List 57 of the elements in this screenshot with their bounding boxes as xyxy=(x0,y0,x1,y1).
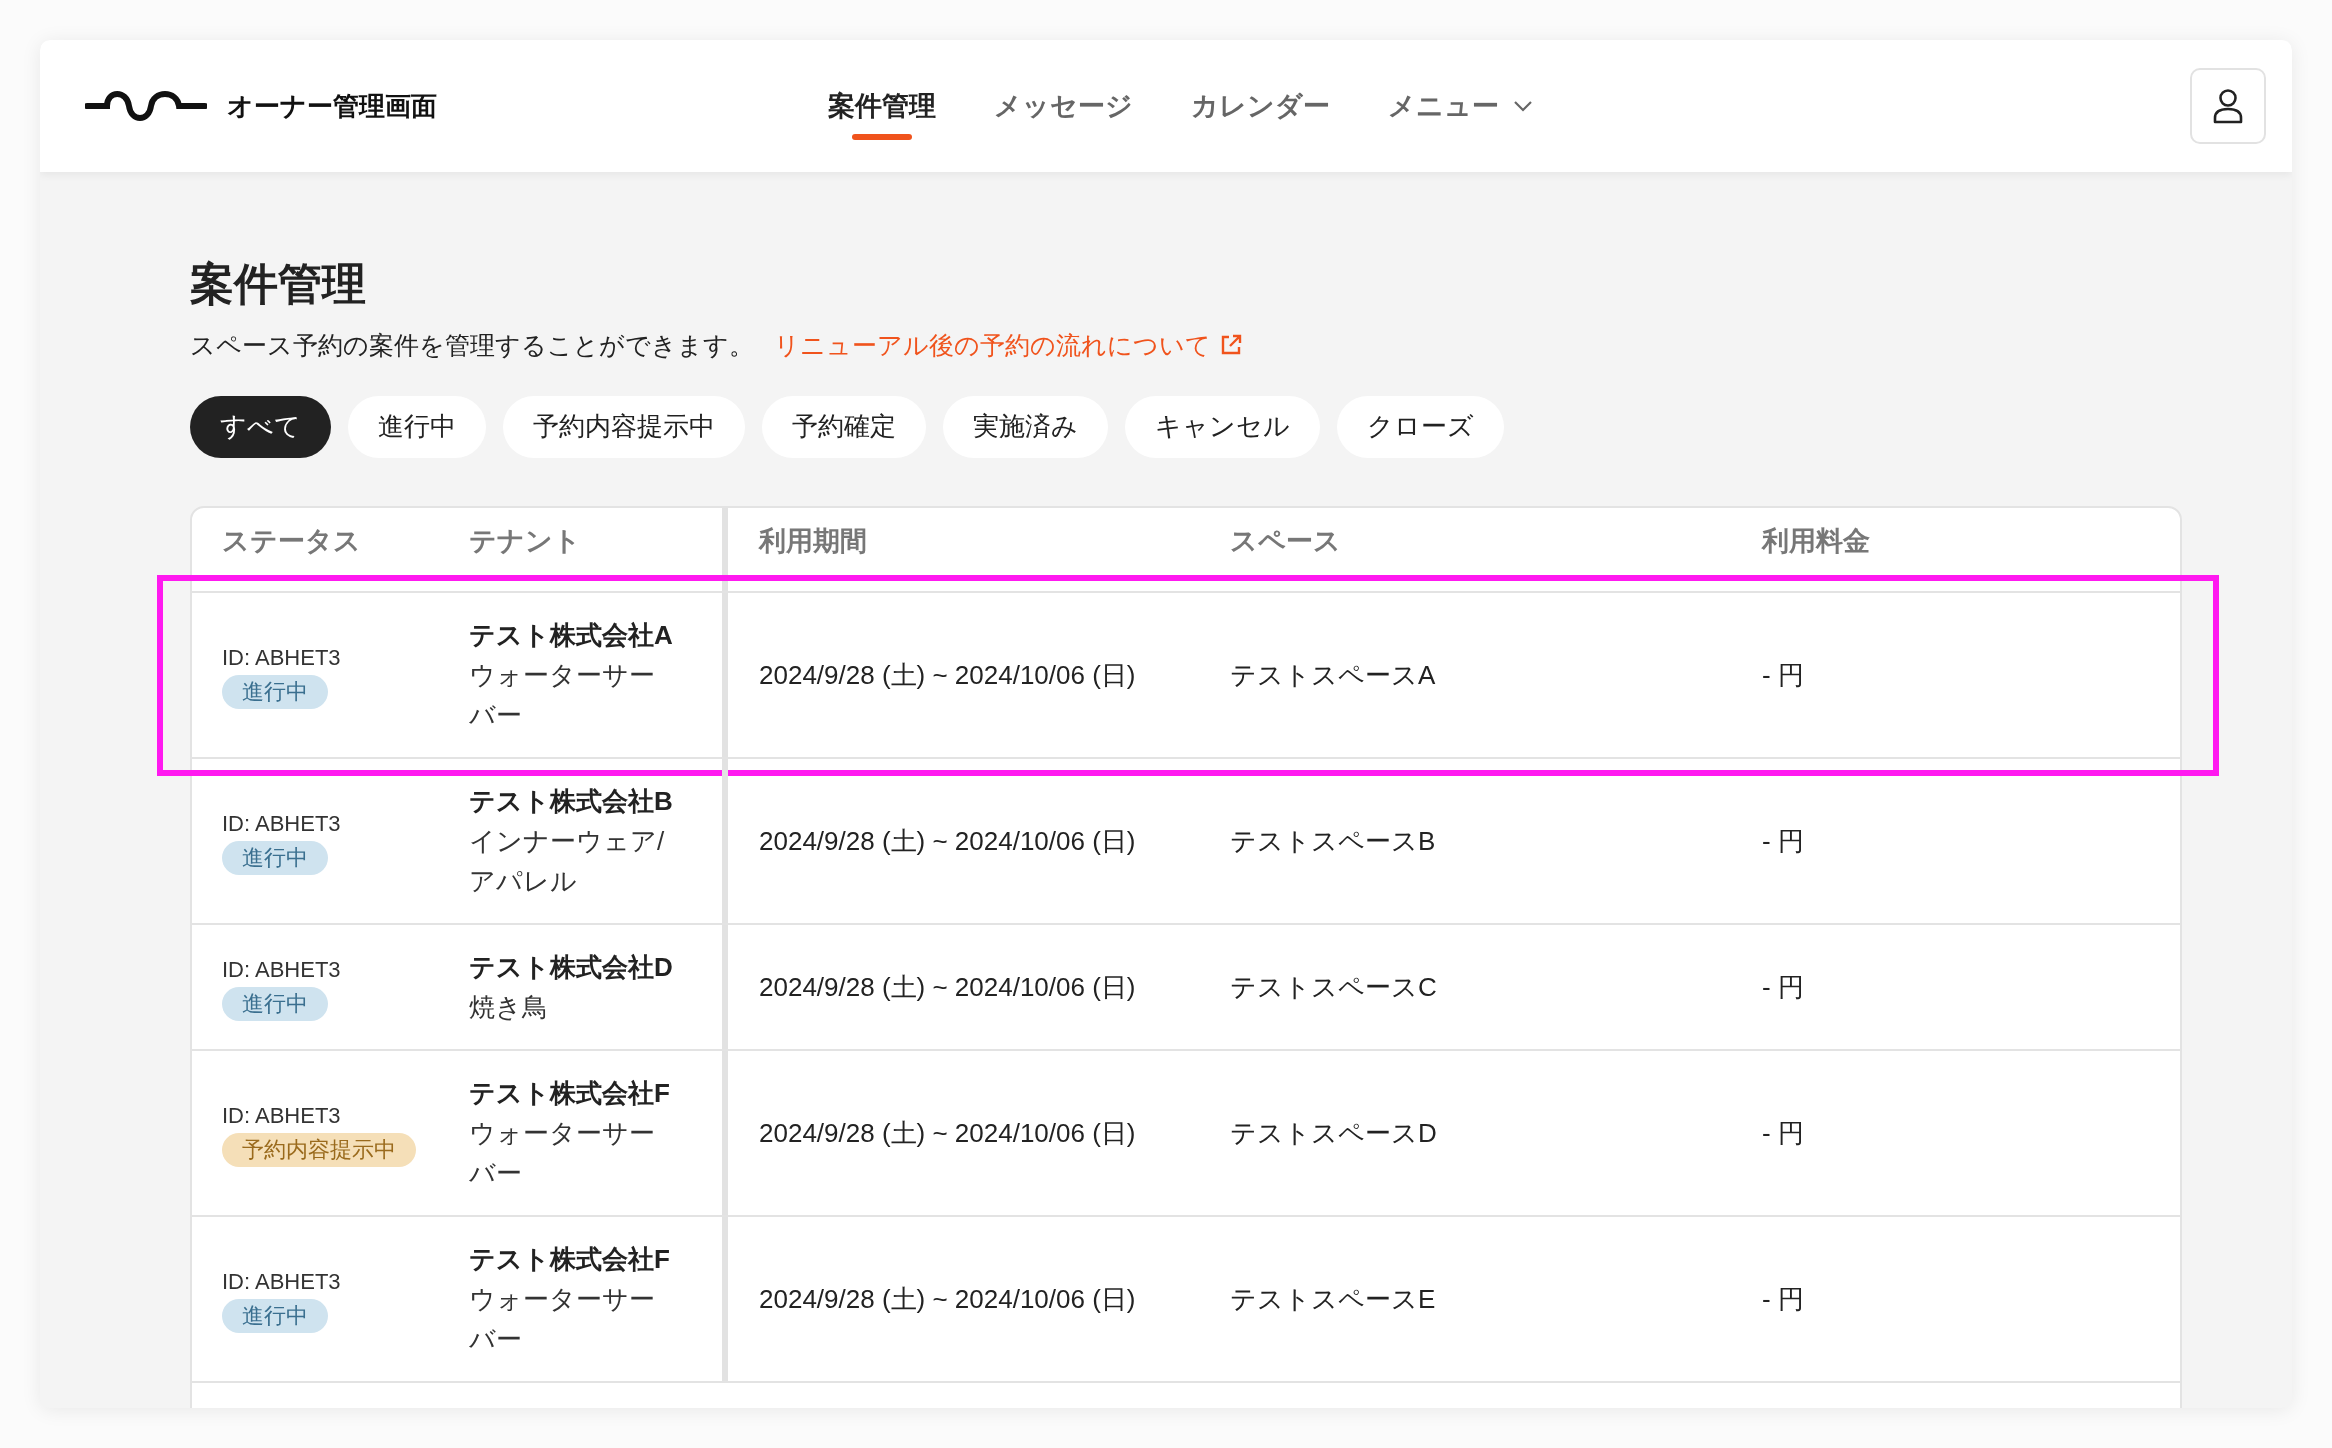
page-description: スペース予約の案件を管理することができます。 xyxy=(190,329,754,361)
period-cell-text: 2024/9/28 (土) ~ 2024/10/06 (日) xyxy=(759,1116,1137,1150)
status-badge: 予約内容提示中 xyxy=(222,1132,416,1167)
tenant-name: テスト株式会社D xyxy=(469,950,674,984)
space-cell-text: テストスペースA xyxy=(1230,658,1437,692)
filter-chip[interactable]: クローズ xyxy=(1337,395,1504,458)
tenant-category: ウォーターサーバー xyxy=(469,1282,656,1356)
fee-cell-text: - 円 xyxy=(1762,658,1805,692)
filter-chip[interactable]: すべて xyxy=(190,395,331,458)
fee-cell-text: - 円 xyxy=(1762,970,1805,1004)
period-cell-text: 2024/9/28 (土) ~ 2024/10/06 (日) xyxy=(759,970,1137,1004)
space-cell-text: テストスペースC xyxy=(1230,970,1438,1004)
tenant-name: テスト株式会社F xyxy=(469,1076,671,1110)
tenant-name: テスト株式会社A xyxy=(469,618,674,652)
case-id: ID: ABHET3 xyxy=(222,1101,342,1130)
tenant-name: テスト株式会社F xyxy=(469,1242,671,1276)
nav-tab[interactable]: メニュー xyxy=(1388,68,1533,144)
case-id: ID: ABHET3 xyxy=(222,1267,342,1296)
column-header: 利用期間 xyxy=(757,525,868,559)
period-cell-text: 2024/9/28 (土) ~ 2024/10/06 (日) xyxy=(759,824,1137,858)
filter-chip[interactable]: 予約内容提示中 xyxy=(503,395,745,458)
chevron-down-icon xyxy=(1513,100,1533,112)
space-cell-text: テストスペースB xyxy=(1230,824,1437,858)
column-header: テナント xyxy=(469,507,728,591)
case-id: ID: ABHET3 xyxy=(222,809,342,838)
tenant-category: インナーウェア/アパレル xyxy=(469,824,666,898)
filter-chip[interactable]: 予約確定 xyxy=(762,395,926,458)
tenant-name: テスト株式会社B xyxy=(469,784,674,818)
page-title: 案件管理 xyxy=(190,258,367,310)
fee-cell-text: - 円 xyxy=(1762,1116,1805,1150)
tenant-category: 焼き鳥 xyxy=(469,990,549,1024)
status-badge: 進行中 xyxy=(222,840,328,875)
nav-tab[interactable]: カレンダー xyxy=(1191,68,1330,144)
user-button[interactable] xyxy=(2190,68,2266,144)
space-cell-text: テストスペースD xyxy=(1230,1116,1438,1150)
status-badge: 進行中 xyxy=(222,1298,328,1333)
nav-tab[interactable]: メッセージ xyxy=(994,68,1133,144)
column-header: 利用料金 xyxy=(1762,525,1871,559)
case-id: ID: ABHET3 xyxy=(222,955,342,984)
space-cell-text: テストスペースE xyxy=(1230,1282,1437,1316)
fee-cell-text: - 円 xyxy=(1762,824,1805,858)
status-badge: 進行中 xyxy=(222,674,328,709)
status-badge: 進行中 xyxy=(222,986,328,1021)
tenant-category: ウォーターサーバー xyxy=(469,1116,656,1190)
period-cell-text: 2024/9/28 (土) ~ 2024/10/06 (日) xyxy=(759,658,1137,692)
nav-tab[interactable]: 案件管理 xyxy=(828,68,936,144)
filter-chip[interactable]: 進行中 xyxy=(348,395,486,458)
filter-chip[interactable]: キャンセル xyxy=(1125,395,1320,458)
filter-chip[interactable]: 実施済み xyxy=(943,395,1108,458)
app-title: オーナー管理画面 xyxy=(227,89,437,123)
case-id: ID: ABHET3 xyxy=(222,643,342,672)
fee-cell-text: - 円 xyxy=(1762,1282,1805,1316)
period-cell-text: 2024/9/28 (土) ~ 2024/10/06 (日) xyxy=(759,1282,1137,1316)
column-header: スペース xyxy=(1230,525,1342,559)
user-icon xyxy=(2212,88,2244,124)
tenant-category: ウォーターサーバー xyxy=(469,658,656,732)
column-header: ステータス xyxy=(221,525,362,559)
